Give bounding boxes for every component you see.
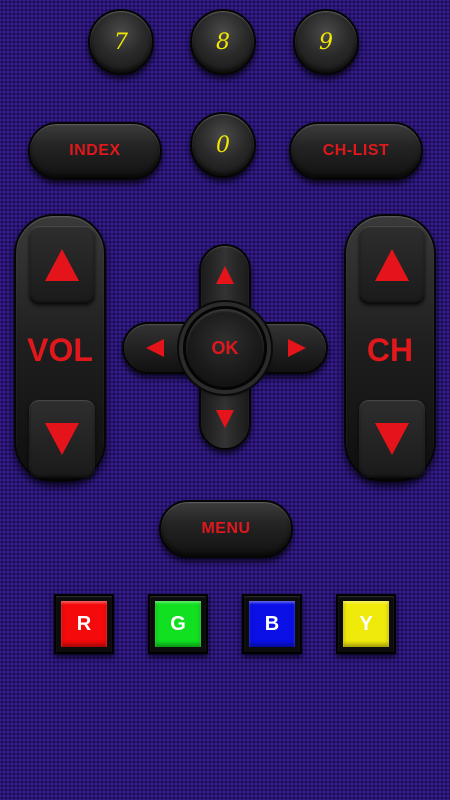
channel-rocker: CH [344, 214, 436, 482]
volume-up-arrow-icon [45, 249, 79, 281]
number-0-button[interactable]: 0 [190, 112, 256, 178]
green-key-label: G [170, 612, 186, 635]
red-key-label: R [76, 612, 92, 635]
volume-rocker: VOL [14, 214, 106, 482]
channel-up-button[interactable] [359, 226, 425, 304]
number-8-button[interactable]: 8 [190, 9, 256, 75]
dpad-left-arrow-icon [146, 339, 164, 357]
volume-up-button[interactable] [29, 226, 95, 304]
dpad-down-button[interactable] [199, 396, 251, 442]
number-8-label: 8 [216, 29, 230, 55]
index-button[interactable]: INDEX [28, 122, 162, 180]
yellow-key-button[interactable]: Y [343, 601, 389, 647]
green-key-frame: G [148, 594, 208, 654]
yellow-key-frame: Y [336, 594, 396, 654]
dpad-right-button[interactable] [272, 322, 322, 374]
blue-key-frame: B [242, 594, 302, 654]
yellow-key-label: Y [359, 612, 373, 635]
red-key-button[interactable]: R [61, 601, 107, 647]
channel-down-arrow-icon [375, 423, 409, 455]
number-9-button[interactable]: 9 [293, 9, 359, 75]
index-label: INDEX [69, 142, 121, 159]
dpad-up-button[interactable] [199, 252, 251, 298]
green-key-button[interactable]: G [155, 601, 201, 647]
volume-down-button[interactable] [29, 400, 95, 478]
ok-label: OK [211, 337, 239, 358]
menu-button[interactable]: MENU [159, 500, 293, 558]
dpad-right-arrow-icon [288, 339, 306, 357]
number-0-label: 0 [216, 132, 230, 158]
dpad-left-button[interactable] [130, 322, 180, 374]
number-9-label: 9 [319, 29, 333, 55]
volume-down-arrow-icon [45, 423, 79, 455]
channel-up-arrow-icon [375, 249, 409, 281]
dpad-up-arrow-icon [216, 266, 234, 284]
channel-label: CH [366, 332, 414, 368]
ok-button[interactable]: OK [183, 306, 267, 390]
red-key-frame: R [54, 594, 114, 654]
blue-key-button[interactable]: B [249, 601, 295, 647]
ch-list-label: CH-LIST [322, 142, 390, 159]
number-7-label: 7 [114, 29, 128, 55]
channel-down-button[interactable] [359, 400, 425, 478]
menu-label: MENU [201, 520, 251, 537]
volume-label: VOL [27, 332, 93, 368]
ch-list-button[interactable]: CH-LIST [289, 122, 423, 180]
blue-key-label: B [264, 612, 280, 635]
dpad-down-arrow-icon [216, 410, 234, 428]
number-7-button[interactable]: 7 [88, 9, 154, 75]
